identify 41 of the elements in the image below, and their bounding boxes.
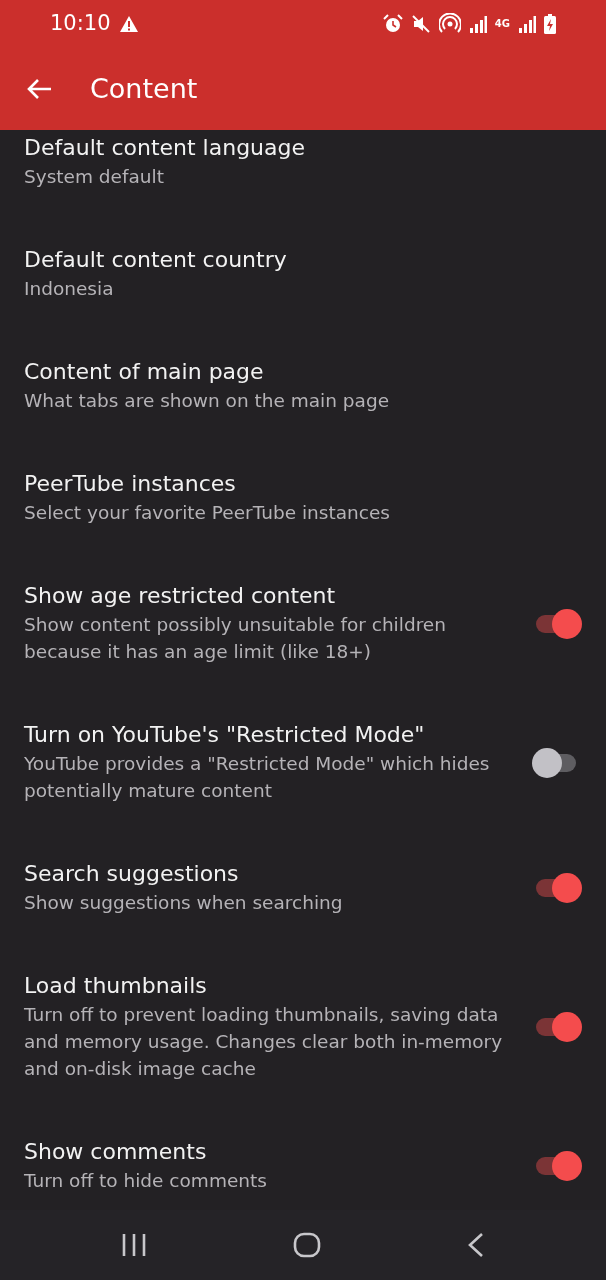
setting-summary: What tabs are shown on the main page bbox=[24, 389, 391, 413]
setting-title: Load thumbnails bbox=[24, 972, 208, 1000]
settings-item[interactable]: Default content language System default bbox=[0, 130, 606, 217]
setting-title: Show comments bbox=[24, 1138, 208, 1166]
setting-summary: System default bbox=[24, 165, 165, 189]
setting-summary: YouTube provides a "Restricted Mode" which hides potentially mature content bbox=[24, 752, 491, 803]
settings-item[interactable]: Turn on YouTube's "Restricted Mode" YouTube provides a "Restricted Mode" which hides potentially mature content bbox=[0, 692, 606, 831]
setting-summary: Select your favorite PeerTube instances bbox=[24, 501, 391, 525]
setting-title: Default content language bbox=[24, 134, 307, 162]
setting-summary: Show content possibly unsuitable for children because it has an age limit (like 18+) bbox=[24, 613, 447, 664]
status-time: 10:10 bbox=[50, 10, 111, 38]
setting-title: Default content country bbox=[24, 246, 288, 274]
mute-icon bbox=[410, 14, 431, 34]
setting-summary: Turn off to prevent loading thumbnails, saving data and memory usage. Changes clear both in-memory and on-disk image cache bbox=[24, 1003, 504, 1081]
setting-title: Content of main page bbox=[24, 358, 265, 386]
settings-item[interactable]: Show comments Turn off to hide comments bbox=[0, 1109, 606, 1210]
signal-icon bbox=[468, 15, 487, 33]
warning-icon bbox=[118, 15, 139, 33]
settings-item[interactable]: Load thumbnails Turn off to prevent loading thumbnails, saving data and memory usage. Changes clear both in-memory and on-disk image cache bbox=[0, 943, 606, 1109]
back-icon[interactable] bbox=[467, 1232, 485, 1258]
home-icon[interactable] bbox=[293, 1232, 321, 1258]
settings-item[interactable]: PeerTube instances Select your favorite PeerTube instances bbox=[0, 441, 606, 553]
setting-summary: Turn off to hide comments bbox=[24, 1169, 268, 1193]
setting-title: PeerTube instances bbox=[24, 470, 237, 498]
alarm-icon bbox=[382, 14, 403, 34]
setting-title: Turn on YouTube's "Restricted Mode" bbox=[24, 721, 426, 749]
battery-charging-icon bbox=[544, 14, 556, 34]
settings-item[interactable]: Content of main page What tabs are shown on the main page bbox=[0, 329, 606, 441]
setting-summary: Show suggestions when searching bbox=[24, 891, 344, 915]
hotspot-icon bbox=[438, 13, 461, 35]
settings-item[interactable]: Default content country Indonesia bbox=[0, 217, 606, 329]
signal-icon bbox=[518, 15, 536, 33]
settings-item[interactable]: Show age restricted content Show content possibly unsuitable for children because it has an age limit (like 18+) bbox=[0, 553, 606, 692]
screen-title: Content bbox=[90, 71, 198, 106]
network-type: 4G bbox=[494, 19, 510, 29]
recent-apps-icon[interactable] bbox=[121, 1233, 147, 1257]
settings-item[interactable]: Search suggestions Show suggestions when searching bbox=[0, 831, 606, 943]
back-arrow-icon[interactable] bbox=[26, 78, 52, 100]
setting-title: Show age restricted content bbox=[24, 582, 337, 610]
setting-title: Search suggestions bbox=[24, 860, 240, 888]
setting-summary: Indonesia bbox=[24, 277, 115, 301]
